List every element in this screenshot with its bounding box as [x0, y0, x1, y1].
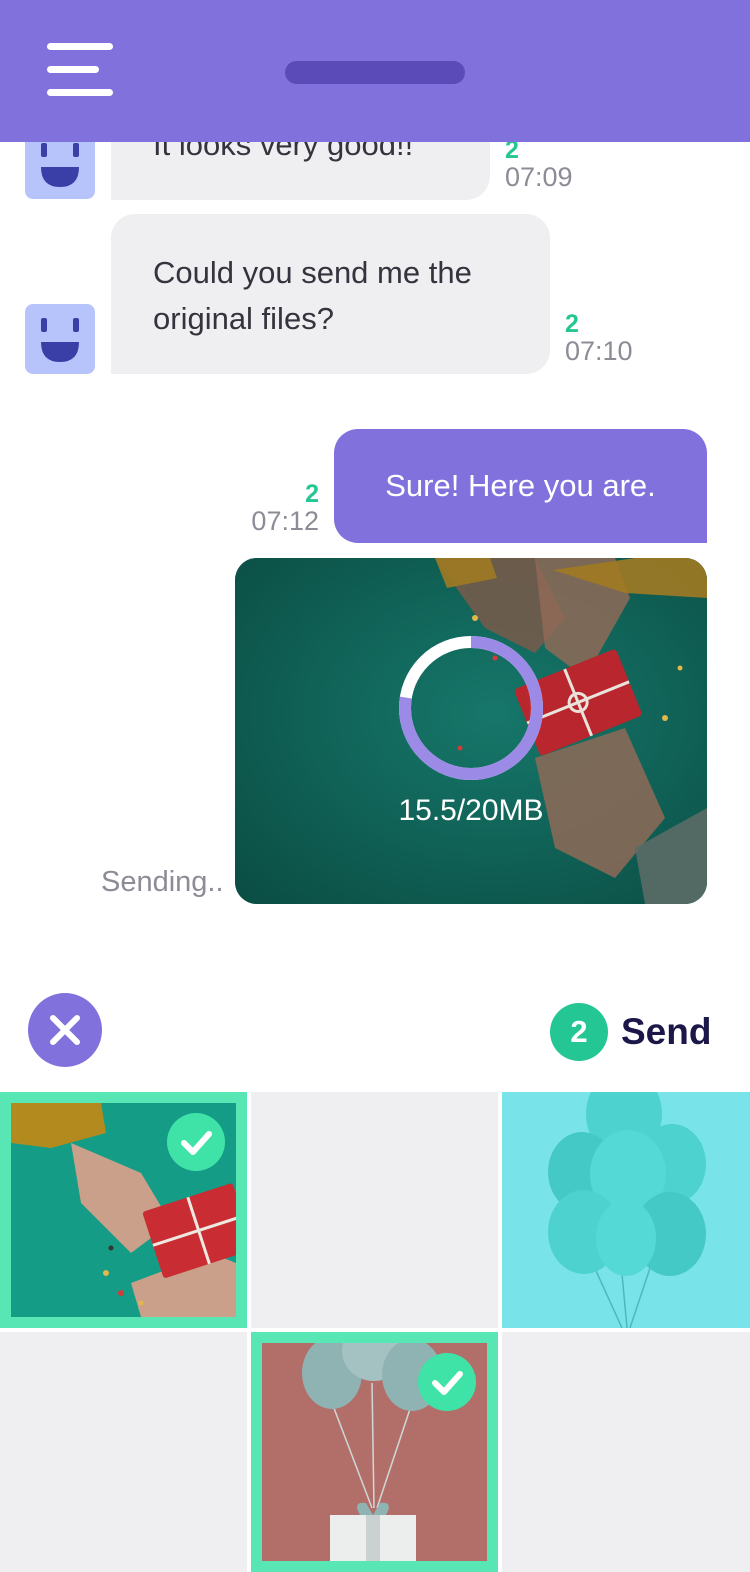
contact-avatar[interactable]	[25, 304, 95, 374]
hamburger-menu-icon	[47, 89, 113, 96]
read-count: 2	[305, 480, 319, 508]
message-meta: 2 07:09	[505, 138, 573, 193]
selected-check-badge	[418, 1353, 476, 1411]
message-time: 07:12	[251, 506, 319, 536]
message-bubble-outgoing[interactable]: Sure! Here you are.	[334, 429, 707, 543]
gallery-item-empty[interactable]	[502, 1332, 750, 1572]
top-bar	[0, 0, 750, 142]
smiley-face-icon	[41, 318, 79, 362]
checkmark-icon	[432, 1371, 463, 1395]
message-text: Could you send me the original files?	[153, 255, 472, 336]
read-count: 2	[565, 310, 579, 338]
chat-area: It looks very good!! 2 07:09 Could you s…	[0, 0, 750, 980]
picker-bar: 2 Send	[0, 980, 750, 1092]
send-button[interactable]: 2 Send	[550, 1002, 711, 1062]
selected-check-badge	[167, 1113, 225, 1171]
send-label: Send	[621, 1011, 712, 1052]
sending-status: Sending..	[101, 866, 224, 898]
selected-count-badge: 2	[550, 1003, 608, 1061]
upload-progress-label: 15.5/20MB	[398, 794, 544, 827]
message-text: Sure! Here you are.	[385, 468, 656, 503]
hands-gift-photo	[235, 558, 707, 904]
message-bubble-incoming[interactable]: Could you send me the original files?	[111, 214, 550, 374]
hamburger-menu-icon	[47, 43, 113, 50]
image-gallery	[0, 1092, 750, 1572]
message-time: 07:09	[505, 162, 573, 192]
close-picker-button[interactable]	[28, 993, 102, 1067]
gallery-item-empty[interactable]	[251, 1092, 498, 1328]
balloons-photo	[502, 1092, 750, 1328]
hamburger-menu-icon	[47, 66, 99, 73]
gallery-item-balloons-gift[interactable]	[251, 1332, 498, 1572]
message-time: 07:10	[565, 336, 633, 366]
gallery-item-hands-gift[interactable]	[0, 1092, 247, 1328]
message-meta: 2 07:12	[244, 480, 319, 537]
title-placeholder	[285, 61, 465, 84]
gallery-item-empty[interactable]	[0, 1332, 247, 1572]
gallery-item-balloons-cyan[interactable]	[502, 1092, 750, 1328]
uploading-image[interactable]: 15.5/20MB	[235, 558, 707, 904]
close-icon	[50, 1015, 80, 1045]
checkmark-icon	[181, 1131, 212, 1155]
message-meta: 2 07:10	[565, 310, 633, 367]
menu-button[interactable]	[40, 38, 122, 106]
